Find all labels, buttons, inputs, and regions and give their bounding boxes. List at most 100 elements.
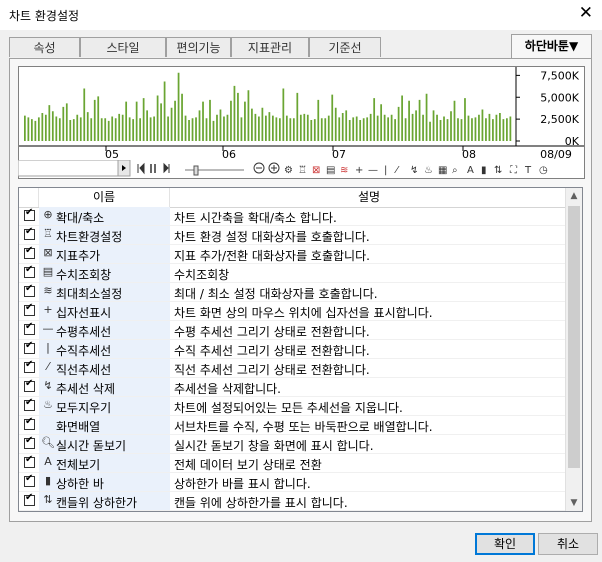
- cancel-button[interactable]: 취소: [538, 533, 598, 555]
- volume-bar: [202, 101, 204, 142]
- header-name[interactable]: 이름: [39, 188, 170, 207]
- table-row[interactable]: | 수직추세선 수직 추세선 그리기 상태로 전환합니다.: [19, 340, 568, 359]
- table-row[interactable]: ⊠지표추가 지표 추가/전환 대화상자를 호출합니다.: [19, 245, 568, 264]
- row-description: 최대 / 최소 설정 대화상자를 호출합니다.: [174, 287, 378, 301]
- volume-bar: [495, 114, 498, 141]
- volume-bar: [411, 113, 414, 142]
- volume-bar: [69, 120, 72, 141]
- row-checkbox[interactable]: [24, 492, 35, 506]
- vertical-scrollbar[interactable]: ▲ ▼: [565, 188, 582, 511]
- row-checkbox[interactable]: [24, 378, 35, 392]
- row-checkbox[interactable]: [24, 207, 35, 221]
- table-row[interactable]: ♖차트환경설정 차트 환경 설정 대화상자를 호출합니다.: [19, 226, 568, 245]
- table-row[interactable]: ▤수치조회창수치조회창: [19, 264, 568, 283]
- volume-bar: [30, 119, 33, 142]
- volume-bar: [125, 101, 128, 142]
- table-row[interactable]: A 전체보기 전체 데이터 보기 상태로 전환: [19, 454, 568, 473]
- row-name: 캔들위 상하한가: [56, 496, 138, 510]
- ok-button[interactable]: 확인: [475, 533, 535, 555]
- table-row[interactable]: ↯추세선 삭제 추세선을 삭제합니다.: [19, 378, 568, 397]
- volume-bar: [422, 114, 424, 141]
- svg-text:+: +: [355, 165, 363, 176]
- volume-bar: [418, 99, 421, 142]
- row-checkbox[interactable]: [24, 283, 35, 297]
- row-checkbox[interactable]: [24, 454, 35, 468]
- chart-toolbar-svg: ⚙ ♖ ⊠ ▤ ≋ + — | ⁄ ↯ ♨ ▦ ⌕ A ▮ ⇅ ⛶ T ◷: [17, 159, 548, 177]
- table-row[interactable]: ▮ 상하한 바 상하한가 바를 표시 합니다.: [19, 473, 568, 492]
- table-row[interactable]: —수평추세선 수평 추세선 그리기 상태로 전환합니다.: [19, 321, 568, 340]
- volume-bar: [338, 117, 341, 142]
- row-icon: |: [46, 341, 50, 354]
- svg-text:⚙: ⚙: [284, 165, 293, 176]
- row-icon: ⊕: [43, 208, 53, 221]
- volume-bar: [488, 113, 491, 142]
- volume-bar: [174, 100, 176, 141]
- volume-bar: [146, 110, 148, 142]
- volume-bar: [324, 118, 327, 141]
- table-row[interactable]: ⁄ 직선추세선 직선 추세선 그리기 상태로 전환합니다.: [19, 359, 568, 378]
- volume-bar: [478, 114, 480, 141]
- row-checkbox[interactable]: [24, 321, 35, 335]
- volume-bar: [509, 116, 512, 141]
- row-checkbox[interactable]: [24, 359, 35, 373]
- volume-bar: [111, 116, 114, 141]
- tab-style[interactable]: 스타일: [80, 37, 166, 57]
- row-checkbox[interactable]: [24, 340, 35, 354]
- volume-bar: [313, 119, 316, 142]
- row-icon: ↯: [43, 379, 53, 392]
- volume-bar: [268, 112, 271, 142]
- row-checkbox[interactable]: [24, 435, 35, 449]
- volume-bar: [317, 99, 320, 142]
- row-name: 수평추세선: [56, 325, 112, 339]
- row-checkbox[interactable]: [24, 264, 35, 278]
- row-checkbox[interactable]: [24, 416, 35, 430]
- row-checkbox[interactable]: [24, 302, 35, 316]
- table-row[interactable]: 🔍︎실시간 돋보기 실시간 돋보기 창을 화면에 표시 합니다.: [19, 435, 568, 454]
- volume-bar: [163, 81, 166, 141]
- header-description[interactable]: 설명: [170, 188, 568, 207]
- scroll-down-icon[interactable]: ▼: [566, 495, 582, 511]
- volume-bar: [90, 118, 93, 141]
- row-name: 수치조회창: [56, 268, 112, 282]
- row-checkbox[interactable]: [24, 473, 35, 487]
- volume-bar: [271, 115, 274, 142]
- close-icon[interactable]: ✕: [579, 3, 593, 23]
- tab-baseline[interactable]: 기준선: [309, 37, 381, 57]
- tab-convenience[interactable]: 편의기능: [166, 37, 231, 57]
- volume-bar: [408, 100, 410, 141]
- row-description: 추세선을 삭제합니다.: [174, 382, 281, 396]
- row-icon: ▮: [44, 474, 52, 487]
- row-name: 직선추세선: [56, 363, 112, 377]
- zoom-slider-thumb[interactable]: [193, 165, 199, 176]
- volume-bar: [205, 118, 208, 141]
- volume-bar: [76, 114, 79, 141]
- table-row[interactable]: ≋최대최소설정 최대 / 최소 설정 대화상자를 호출합니다.: [19, 283, 568, 302]
- scroll-up-icon[interactable]: ▲: [566, 188, 582, 204]
- volume-bar: [41, 113, 44, 141]
- volume-bar: [331, 94, 334, 142]
- volume-bar: [223, 116, 225, 141]
- volume-bar: [362, 118, 365, 141]
- tab-bottom-bar[interactable]: 하단바툰▼: [511, 34, 592, 59]
- volume-bar: [58, 118, 61, 141]
- volume-bar: [296, 92, 299, 142]
- table-row[interactable]: ♨모두지우기 차트에 설정되어있는 모든 추세선을 지웁니다.: [19, 397, 568, 416]
- svg-text:♖: ♖: [298, 165, 307, 176]
- row-name: 추세선 삭제: [56, 382, 116, 396]
- row-checkbox[interactable]: [24, 226, 35, 240]
- tab-indicators[interactable]: 지표관리: [231, 37, 309, 57]
- volume-bar: [51, 111, 54, 141]
- volume-bar: [404, 118, 407, 141]
- tab-properties[interactable]: 속성: [9, 37, 80, 57]
- row-description: 상하한가 바를 표시 합니다.: [174, 477, 311, 491]
- row-checkbox[interactable]: [24, 397, 35, 411]
- scroll-thumb[interactable]: [568, 206, 580, 468]
- volume-bar: [285, 115, 288, 142]
- volume-bar: [128, 117, 131, 142]
- table-row[interactable]: ⇅캔들위 상하한가 캔들 위에 상하한가를 표시 합니다.: [19, 492, 568, 511]
- row-icon: A: [44, 455, 52, 468]
- row-checkbox[interactable]: [24, 245, 35, 259]
- table-row[interactable]: 화면배열 서브차트를 수직, 수평 또는 바둑판으로 배열합니다.: [19, 416, 568, 435]
- table-row[interactable]: ⊕확대/축소 차트 시간축을 확대/축소 합니다.: [19, 207, 568, 226]
- table-row[interactable]: +십자선표시 차트 화면 상의 마우스 위치에 십자선을 표시합니다.: [19, 302, 568, 321]
